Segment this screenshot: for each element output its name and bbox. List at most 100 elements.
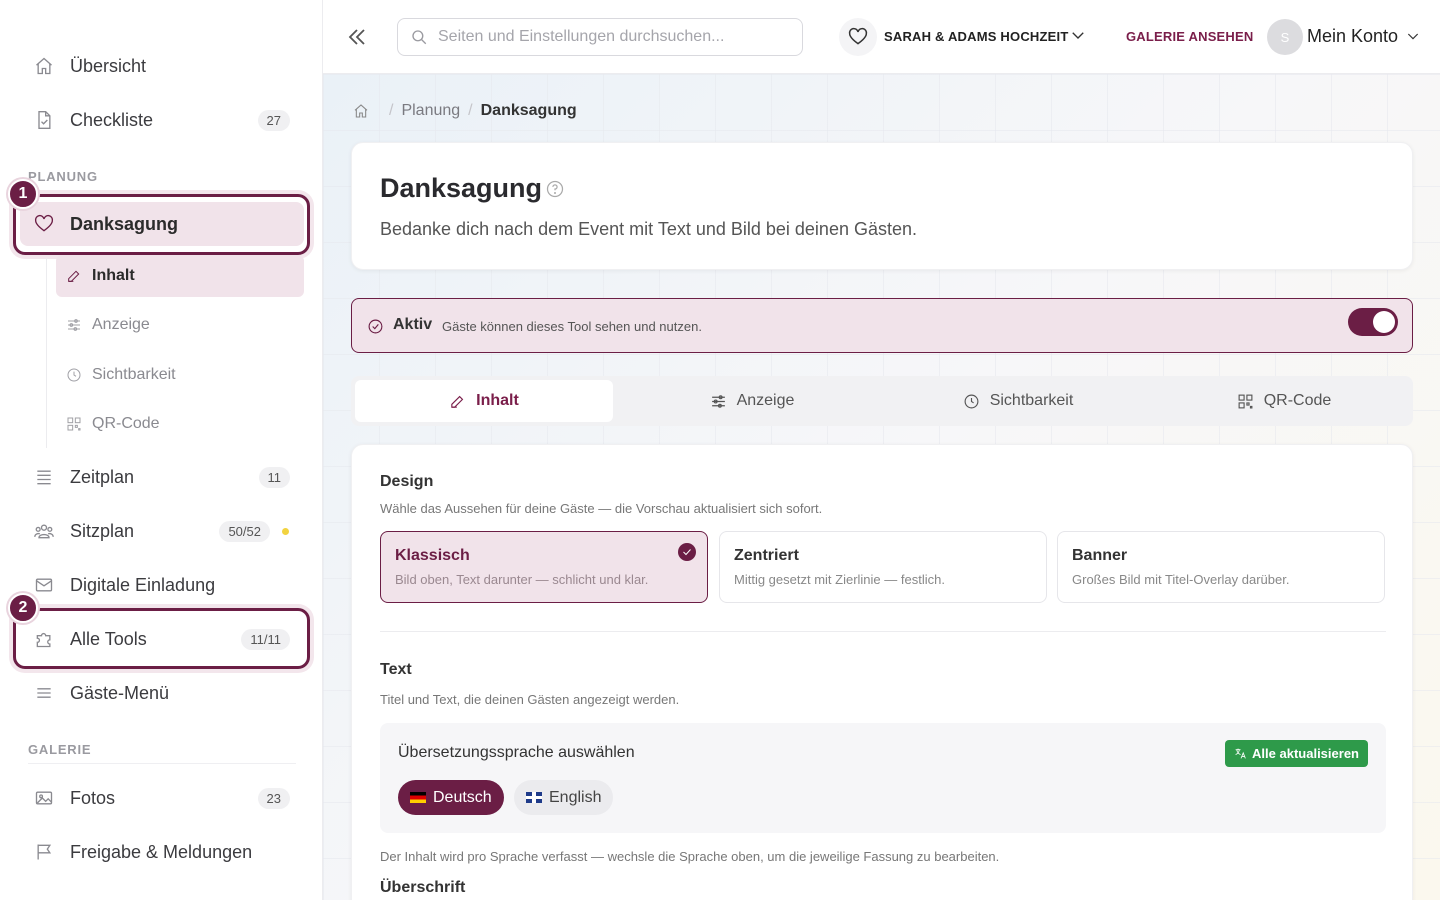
sidebar-item-overview[interactable]: Übersicht <box>20 44 304 88</box>
section-divider <box>380 631 1386 632</box>
text-section-subtitle: Titel und Text, die deinen Gästen angeze… <box>380 692 680 707</box>
highlight-frame-thanks <box>13 194 310 255</box>
tab-content[interactable]: Inhalt <box>355 380 613 422</box>
sidebar-item-label: Checkliste <box>70 109 154 130</box>
update-all-label: Alle aktualisieren <box>1252 746 1359 761</box>
tab-bar: Inhalt Anzeige Sichtbarkeit QR-Code <box>351 376 1413 426</box>
clock-icon <box>964 394 979 408</box>
text-section-title: Text <box>380 661 412 678</box>
language-note: Der Inhalt wird pro Sprache verfasst — w… <box>380 849 1000 864</box>
sidebar: Übersicht Checkliste 27 PLANUNG Danksagu… <box>0 0 323 900</box>
check-circle-icon <box>367 318 384 335</box>
sidebar-item-checklist[interactable]: Checkliste 27 <box>20 98 304 142</box>
collapse-sidebar-button[interactable] <box>343 23 371 51</box>
mail-icon <box>32 573 56 597</box>
sliders-icon <box>711 394 725 408</box>
flag-de-icon <box>410 792 426 803</box>
selected-check-icon <box>678 543 696 561</box>
tab-visibility[interactable]: Sichtbarkeit <box>889 380 1147 422</box>
breadcrumb-parent[interactable]: Planung <box>401 102 460 120</box>
step-marker-2: 2 <box>8 593 38 623</box>
section-divider <box>28 763 296 764</box>
sidebar-item-guest-menu[interactable]: Gäste-Menü <box>20 671 304 715</box>
sidebar-item-label: Gäste-Menü <box>70 682 170 703</box>
option-description: Bild oben, Text darunter — schlicht und … <box>395 572 649 587</box>
language-chip-en[interactable]: English <box>514 780 614 815</box>
count-badge: 23 <box>257 787 290 809</box>
event-selector[interactable]: SARAH & ADAMS HOCHZEIT <box>884 29 1068 44</box>
flag-uk-icon <box>526 792 542 803</box>
home-icon[interactable] <box>353 103 369 119</box>
qrcode-icon <box>66 415 84 433</box>
design-option-classic[interactable]: Klassisch Bild oben, Text darunter — sch… <box>380 531 708 603</box>
account-menu[interactable]: Mein Konto <box>1307 26 1398 47</box>
sidebar-subitem-qrcode[interactable]: QR-Code <box>56 403 304 445</box>
update-all-button[interactable]: Alle aktualisieren <box>1225 740 1368 767</box>
event-dropdown-toggle[interactable] <box>1069 26 1087 44</box>
page-header-card: Danksagung Bedanke dich nach dem Event m… <box>351 142 1413 270</box>
sidebar-item-photos[interactable]: Fotos 23 <box>20 776 304 820</box>
event-heart-button[interactable] <box>839 18 877 56</box>
sub-nav-line <box>46 258 47 448</box>
breadcrumb-separator: / <box>468 102 473 119</box>
sidebar-item-invitation[interactable]: Digitale Einladung <box>20 563 304 607</box>
active-toggle[interactable] <box>1348 308 1398 336</box>
search-input[interactable] <box>438 28 778 46</box>
main-content: / Planung / Danksagung Danksagung Bedank… <box>323 74 1440 900</box>
qrcode-icon <box>1238 394 1253 408</box>
design-option-centered[interactable]: Zentriert Mittig gesetzt mit Zierlinie —… <box>719 531 1047 603</box>
option-description: Mittig gesetzt mit Zierlinie — festlich. <box>734 572 945 587</box>
sidebar-item-timeline[interactable]: Zeitplan 11 <box>20 455 304 499</box>
heading-field-label: Überschrift <box>380 879 466 896</box>
search-box[interactable] <box>397 18 803 56</box>
clock-icon <box>66 366 84 384</box>
image-icon <box>32 786 56 810</box>
sidebar-subitem-label: QR-Code <box>92 415 160 432</box>
users-icon <box>32 519 56 543</box>
avatar[interactable]: S <box>1267 19 1303 55</box>
sidebar-item-label: Freigabe & Meldungen <box>70 841 253 862</box>
edit-icon <box>451 395 464 408</box>
page-subtitle: Bedanke dich nach dem Event mit Text und… <box>380 219 918 239</box>
sidebar-subitem-display[interactable]: Anzeige <box>56 304 304 346</box>
help-icon[interactable] <box>545 179 565 199</box>
language-panel-title: Übersetzungssprache auswählen <box>398 744 635 761</box>
chevron-down-icon <box>1072 32 1084 39</box>
double-chevron-left-icon <box>348 29 365 45</box>
search-icon <box>412 30 427 45</box>
sidebar-subitem-content[interactable]: Inhalt <box>56 255 304 297</box>
sidebar-item-sharing[interactable]: Freigabe & Meldungen <box>20 830 304 874</box>
tab-label: Inhalt <box>476 392 519 409</box>
sidebar-subitem-visibility[interactable]: Sichtbarkeit <box>56 354 304 396</box>
language-label: English <box>549 788 602 806</box>
count-badge: 50/52 <box>219 520 270 542</box>
sidebar-item-label: Digitale Einladung <box>70 574 216 595</box>
language-label: Deutsch <box>433 788 492 806</box>
sidebar-item-label: Sitzplan <box>70 520 135 541</box>
heart-icon <box>848 27 868 45</box>
breadcrumb: / Planung / Danksagung <box>353 102 577 120</box>
sidebar-item-label: Übersicht <box>70 55 147 76</box>
tab-qrcode[interactable]: QR-Code <box>1155 380 1413 422</box>
sidebar-item-seating[interactable]: Sitzplan 50/52 <box>20 509 304 553</box>
sliders-icon <box>66 316 84 334</box>
tab-label: Sichtbarkeit <box>989 392 1074 409</box>
option-title: Klassisch <box>395 547 470 564</box>
language-chip-de[interactable]: Deutsch <box>398 780 504 815</box>
tab-display[interactable]: Anzeige <box>623 380 881 422</box>
page-title: Danksagung <box>380 173 543 203</box>
sidebar-item-label: Zeitplan <box>70 466 135 487</box>
section-label-gallery: GALERIE <box>28 742 92 757</box>
translate-icon <box>1235 748 1246 759</box>
home-icon <box>32 54 56 78</box>
breadcrumb-current: Danksagung <box>480 102 577 119</box>
design-subtitle: Wähle das Aussehen für deine Gäste — die… <box>380 501 823 516</box>
account-dropdown-toggle[interactable] <box>1405 28 1421 49</box>
design-title: Design <box>380 473 434 490</box>
edit-icon <box>66 267 84 285</box>
design-option-banner[interactable]: Banner Großes Bild mit Titel-Overlay dar… <box>1057 531 1385 603</box>
count-badge: 11 <box>258 466 290 488</box>
breadcrumb-separator: / <box>389 102 394 119</box>
view-gallery-link[interactable]: GALERIE ANSEHEN <box>1126 29 1253 44</box>
menu-icon <box>32 681 56 705</box>
